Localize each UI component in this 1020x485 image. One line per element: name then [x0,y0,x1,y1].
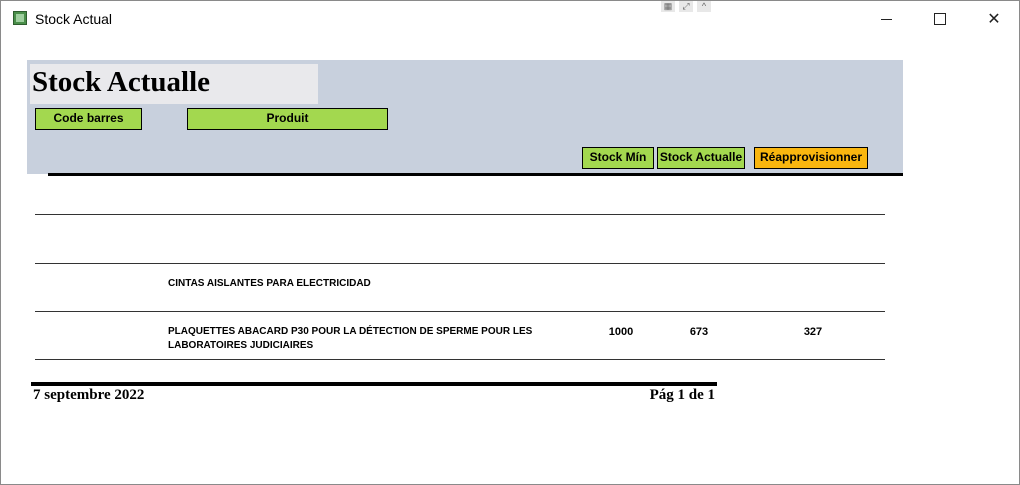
row-separator [35,359,885,360]
minimize-icon [880,18,892,20]
mini-toolbar: ▦ ⤢ ^ [661,1,711,12]
product-cell: CINTAS AISLANTES PARA ELECTRICIDAD [168,278,371,289]
title-bar[interactable]: Stock Actual ▦ ⤢ ^ ✕ [1,1,1019,37]
stock-min-cell: 1000 [608,326,634,338]
footer-rule [31,382,717,386]
column-header-reorder[interactable]: Réapprovisionner [754,147,868,169]
footer-date: 7 septembre 2022 [33,387,145,403]
maximize-button[interactable] [917,1,963,37]
window-title: Stock Actual [35,11,113,27]
column-header-stock-min[interactable]: Stock Mín [582,147,654,169]
reorder-cell: 327 [803,326,823,338]
close-icon: ✕ [987,11,1001,28]
stock-actual-cell: 673 [689,326,709,338]
footer-page-number: Pág 1 de 1 [649,387,715,403]
row-separator [35,311,885,312]
grid-icon[interactable]: ▦ [661,1,675,12]
product-cell: PLAQUETTES ABACARD P30 POUR LA DÉTECTION… [168,326,533,351]
column-header-stock-actual[interactable]: Stock Actualle [657,147,745,169]
column-header-barcode[interactable]: Code barres [35,108,142,130]
expand-icon[interactable]: ⤢ [679,1,693,12]
header-rule [48,173,903,176]
chevron-up-icon[interactable]: ^ [697,1,711,12]
report-title: Stock Actualle [32,66,211,98]
row-separator [35,214,885,215]
maximize-icon [934,13,946,25]
minimize-button[interactable] [863,1,909,37]
row-separator [35,263,885,264]
close-button[interactable]: ✕ [971,1,1017,37]
app-icon [13,11,27,25]
column-header-product[interactable]: Produit [187,108,388,130]
